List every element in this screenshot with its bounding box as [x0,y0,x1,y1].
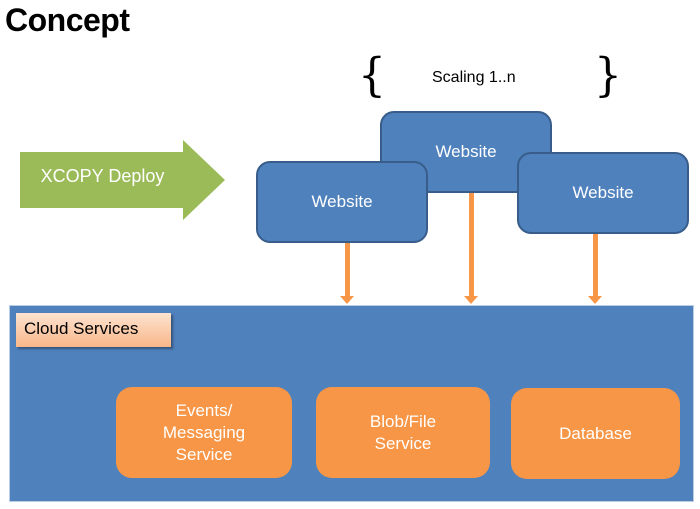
connector-arrow-1 [340,243,354,304]
website-box-1: Website [256,161,428,243]
website-label: Website [572,183,634,202]
website-label: Website [311,192,373,211]
service-database: Database [511,388,680,479]
page-title: Concept [5,2,130,38]
connector-arrow-2 [464,193,478,304]
website-box-3: Website [517,152,689,234]
cloud-services-label: Cloud Services [16,313,171,347]
scaling-brace-left: { [358,48,386,103]
service-events-messaging: Events/ Messaging Service [116,387,292,478]
connector-arrow-3 [588,234,602,304]
scaling-label: Scaling 1..n [432,69,516,86]
service-label: Events/ Messaging Service [162,400,246,464]
service-blob-file: Blob/File Service [316,387,490,478]
service-label: Database [559,423,632,443]
website-label: Website [435,142,497,161]
scaling-brace-right: } [594,48,622,103]
service-label: Blob/File Service [369,411,437,453]
deploy-label: XCOPY Deploy [40,166,165,186]
